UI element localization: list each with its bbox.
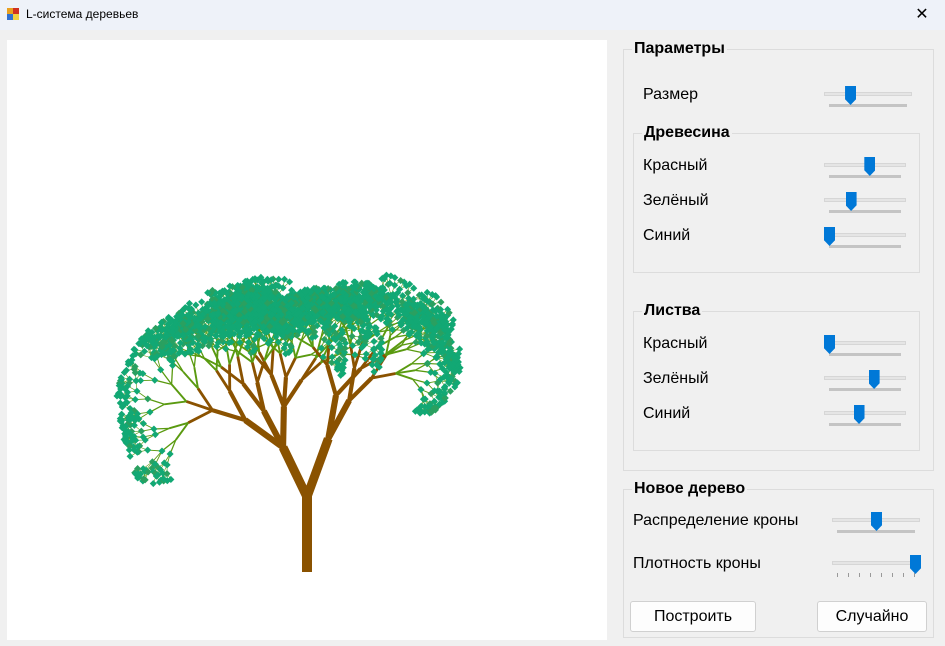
leaf — [166, 450, 174, 458]
close-button[interactable]: ✕ — [899, 0, 945, 30]
branch — [325, 342, 331, 366]
branch — [170, 383, 188, 403]
branch — [269, 374, 286, 408]
leaf — [131, 396, 139, 404]
branch — [279, 445, 312, 499]
leaf — [437, 298, 445, 306]
leaf — [150, 425, 158, 433]
trunk — [302, 495, 312, 572]
branch — [187, 409, 214, 425]
branch — [302, 437, 333, 499]
tree-canvas — [7, 40, 607, 640]
leaf — [151, 376, 159, 384]
tree-drawing — [113, 271, 464, 572]
title-bar: L-система деревьев ✕ — [0, 0, 945, 30]
leaf — [146, 408, 154, 416]
leaf — [144, 446, 152, 454]
branch — [250, 361, 259, 383]
branch — [284, 357, 297, 378]
leaf — [133, 387, 141, 395]
branch — [270, 349, 275, 376]
branch — [295, 353, 311, 359]
leaf — [144, 395, 152, 403]
branch — [294, 341, 302, 359]
app-icon — [7, 8, 19, 20]
branch — [278, 353, 288, 378]
leaf — [126, 452, 134, 460]
leaf — [149, 480, 157, 488]
branch — [164, 400, 187, 406]
leaf — [370, 337, 378, 346]
branch — [215, 351, 219, 371]
leaf — [151, 431, 159, 439]
window-title: L-система деревьев — [26, 7, 139, 21]
leaf — [132, 377, 140, 385]
close-icon: ✕ — [915, 6, 929, 23]
branch — [395, 372, 413, 381]
